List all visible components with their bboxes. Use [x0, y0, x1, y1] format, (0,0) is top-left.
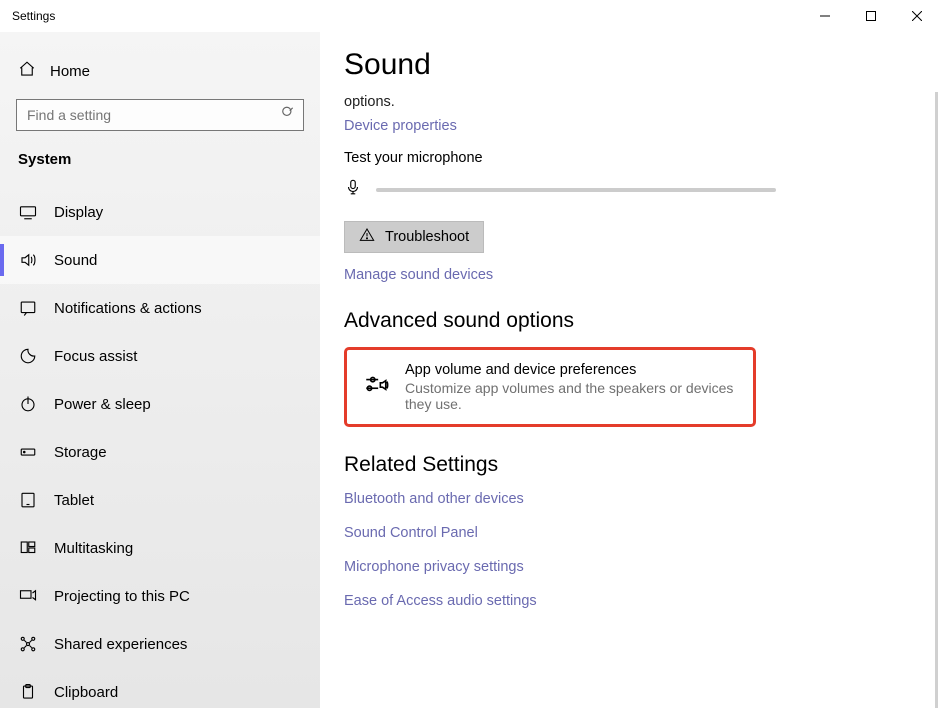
sidebar-item-label: Multitasking [54, 540, 133, 557]
projecting-icon [18, 587, 38, 605]
tablet-icon [18, 491, 38, 509]
manage-sound-devices-link[interactable]: Manage sound devices [344, 267, 920, 283]
sidebar-item-label: Projecting to this PC [54, 588, 190, 605]
sidebar-item-label: Power & sleep [54, 396, 151, 413]
related-link-bluetooth[interactable]: Bluetooth and other devices [344, 491, 920, 507]
microphone-level-bar [376, 188, 776, 192]
clipboard-icon [18, 683, 38, 701]
sidebar-item-label: Shared experiences [54, 636, 187, 653]
microphone-icon [344, 176, 362, 203]
sidebar-item-shared-experiences[interactable]: Shared experiences [0, 620, 320, 668]
related-link-ease-of-access[interactable]: Ease of Access audio settings [344, 593, 920, 609]
home-icon [18, 60, 36, 83]
sidebar-item-tablet[interactable]: Tablet [0, 476, 320, 524]
display-icon [18, 203, 38, 221]
troubleshoot-label: Troubleshoot [385, 229, 469, 245]
search-input[interactable] [17, 107, 303, 123]
content-pane: Sound options. Device properties Test yo… [320, 32, 940, 708]
advanced-sound-options-heading: Advanced sound options [344, 309, 920, 333]
page-title: Sound [344, 48, 920, 82]
storage-icon [18, 443, 38, 461]
sidebar-item-label: Display [54, 204, 103, 221]
sidebar-item-display[interactable]: Display [0, 188, 320, 236]
sidebar-section-title: System [0, 131, 320, 176]
sidebar-item-label: Tablet [54, 492, 94, 509]
sidebar-item-power-sleep[interactable]: Power & sleep [0, 380, 320, 428]
related-link-microphone-privacy[interactable]: Microphone privacy settings [344, 559, 920, 575]
sidebar-item-label: Sound [54, 252, 97, 269]
related-link-sound-control-panel[interactable]: Sound Control Panel [344, 525, 920, 541]
power-icon [18, 395, 38, 413]
sidebar-item-clipboard[interactable]: Clipboard [0, 668, 320, 716]
sidebar-item-sound[interactable]: Sound [0, 236, 320, 284]
sidebar-item-label: Focus assist [54, 348, 137, 365]
test-microphone-label: Test your microphone [344, 150, 920, 166]
sidebar-nav: Display Sound Notifications & actions Fo… [0, 176, 320, 716]
sidebar-item-multitasking[interactable]: Multitasking [0, 524, 320, 572]
sidebar-item-label: Notifications & actions [54, 300, 202, 317]
sidebar-item-projecting[interactable]: Projecting to this PC [0, 572, 320, 620]
troubleshoot-button[interactable]: Troubleshoot [344, 221, 484, 253]
device-properties-link[interactable]: Device properties [344, 118, 920, 134]
maximize-button[interactable] [848, 0, 894, 32]
scrollbar[interactable] [935, 92, 938, 708]
sidebar-item-focus-assist[interactable]: Focus assist [0, 332, 320, 380]
sliders-icon [363, 372, 389, 403]
close-button[interactable] [894, 0, 940, 32]
sidebar-item-label: Storage [54, 444, 107, 461]
minimize-button[interactable] [802, 0, 848, 32]
app-volume-preferences-card[interactable]: App volume and device preferences Custom… [344, 347, 756, 427]
focus-assist-icon [18, 347, 38, 365]
shared-experiences-icon [18, 635, 38, 653]
warning-icon [359, 227, 375, 247]
sidebar: Home System Display Sound [0, 32, 320, 708]
home-label: Home [50, 63, 90, 80]
options-trailing-text: options. [344, 94, 920, 110]
window-title: Settings [0, 9, 55, 23]
sound-icon [18, 251, 38, 269]
multitasking-icon [18, 539, 38, 557]
home-button[interactable]: Home [0, 54, 320, 89]
card-title: App volume and device preferences [405, 362, 737, 378]
sidebar-item-label: Clipboard [54, 684, 118, 701]
titlebar: Settings [0, 0, 940, 32]
search-box[interactable] [16, 99, 304, 131]
notifications-icon [18, 299, 38, 317]
sidebar-item-storage[interactable]: Storage [0, 428, 320, 476]
related-settings-heading: Related Settings [344, 453, 920, 477]
search-icon [281, 106, 295, 125]
card-subtitle: Customize app volumes and the speakers o… [405, 380, 737, 412]
sidebar-item-notifications[interactable]: Notifications & actions [0, 284, 320, 332]
